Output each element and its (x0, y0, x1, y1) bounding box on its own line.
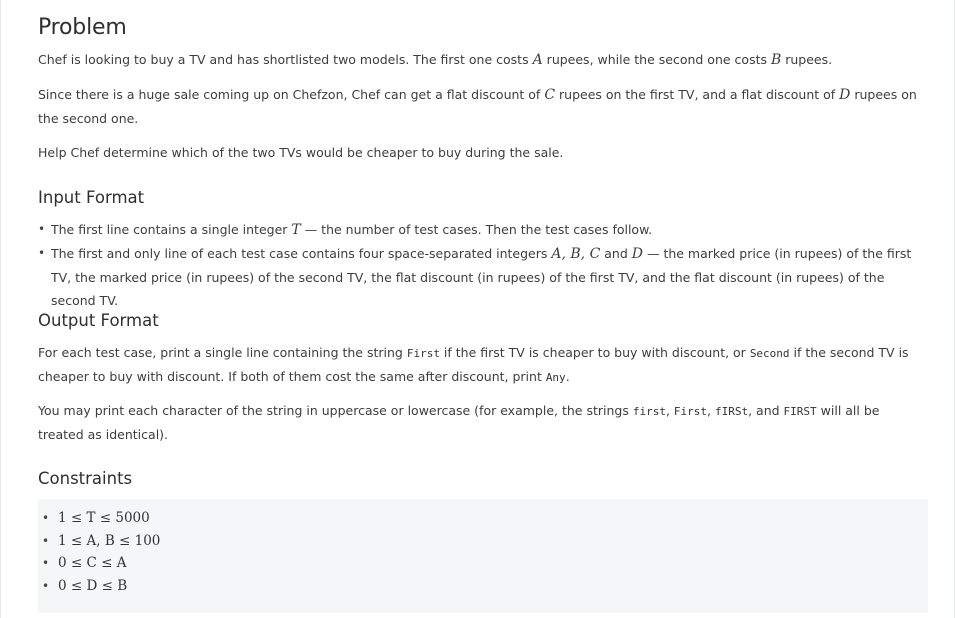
problem-title: Problem (38, 15, 127, 40)
output-format-paragraph-1: For each test case, print a single line … (38, 345, 909, 384)
constraint-item: 0 ≤ D ≤ B (42, 575, 928, 598)
constraints-heading: Constraints (38, 469, 133, 488)
input-format-item-2: The first and only line of each test cas… (38, 242, 918, 312)
constraints-list: 1 ≤ T ≤ 5000 1 ≤ A, B ≤ 100 0 ≤ C ≤ A 0 … (38, 499, 928, 598)
input-format-heading: Input Format (38, 188, 145, 207)
output-format-heading: Output Format (38, 311, 159, 330)
problem-paragraph-3: Help Chef determine which of the two TVs… (38, 145, 564, 160)
problem-statement-page: Problem Chef is looking to buy a TV and … (0, 0, 955, 618)
constraint-item: 1 ≤ T ≤ 5000 (42, 507, 928, 530)
constraint-item: 1 ≤ A, B ≤ 100 (42, 530, 928, 553)
problem-paragraph-1: Chef is looking to buy a TV and has shor… (38, 52, 833, 68)
problem-paragraph-2: Since there is a huge sale coming up on … (38, 87, 917, 126)
input-format-list: The first line contains a single integer… (38, 218, 918, 312)
constraints-box: 1 ≤ T ≤ 5000 1 ≤ A, B ≤ 100 0 ≤ C ≤ A 0 … (38, 499, 928, 613)
constraint-item: 0 ≤ C ≤ A (42, 552, 928, 575)
output-format-paragraph-2: You may print each character of the stri… (38, 403, 880, 442)
input-format-item-1: The first line contains a single integer… (38, 218, 918, 242)
